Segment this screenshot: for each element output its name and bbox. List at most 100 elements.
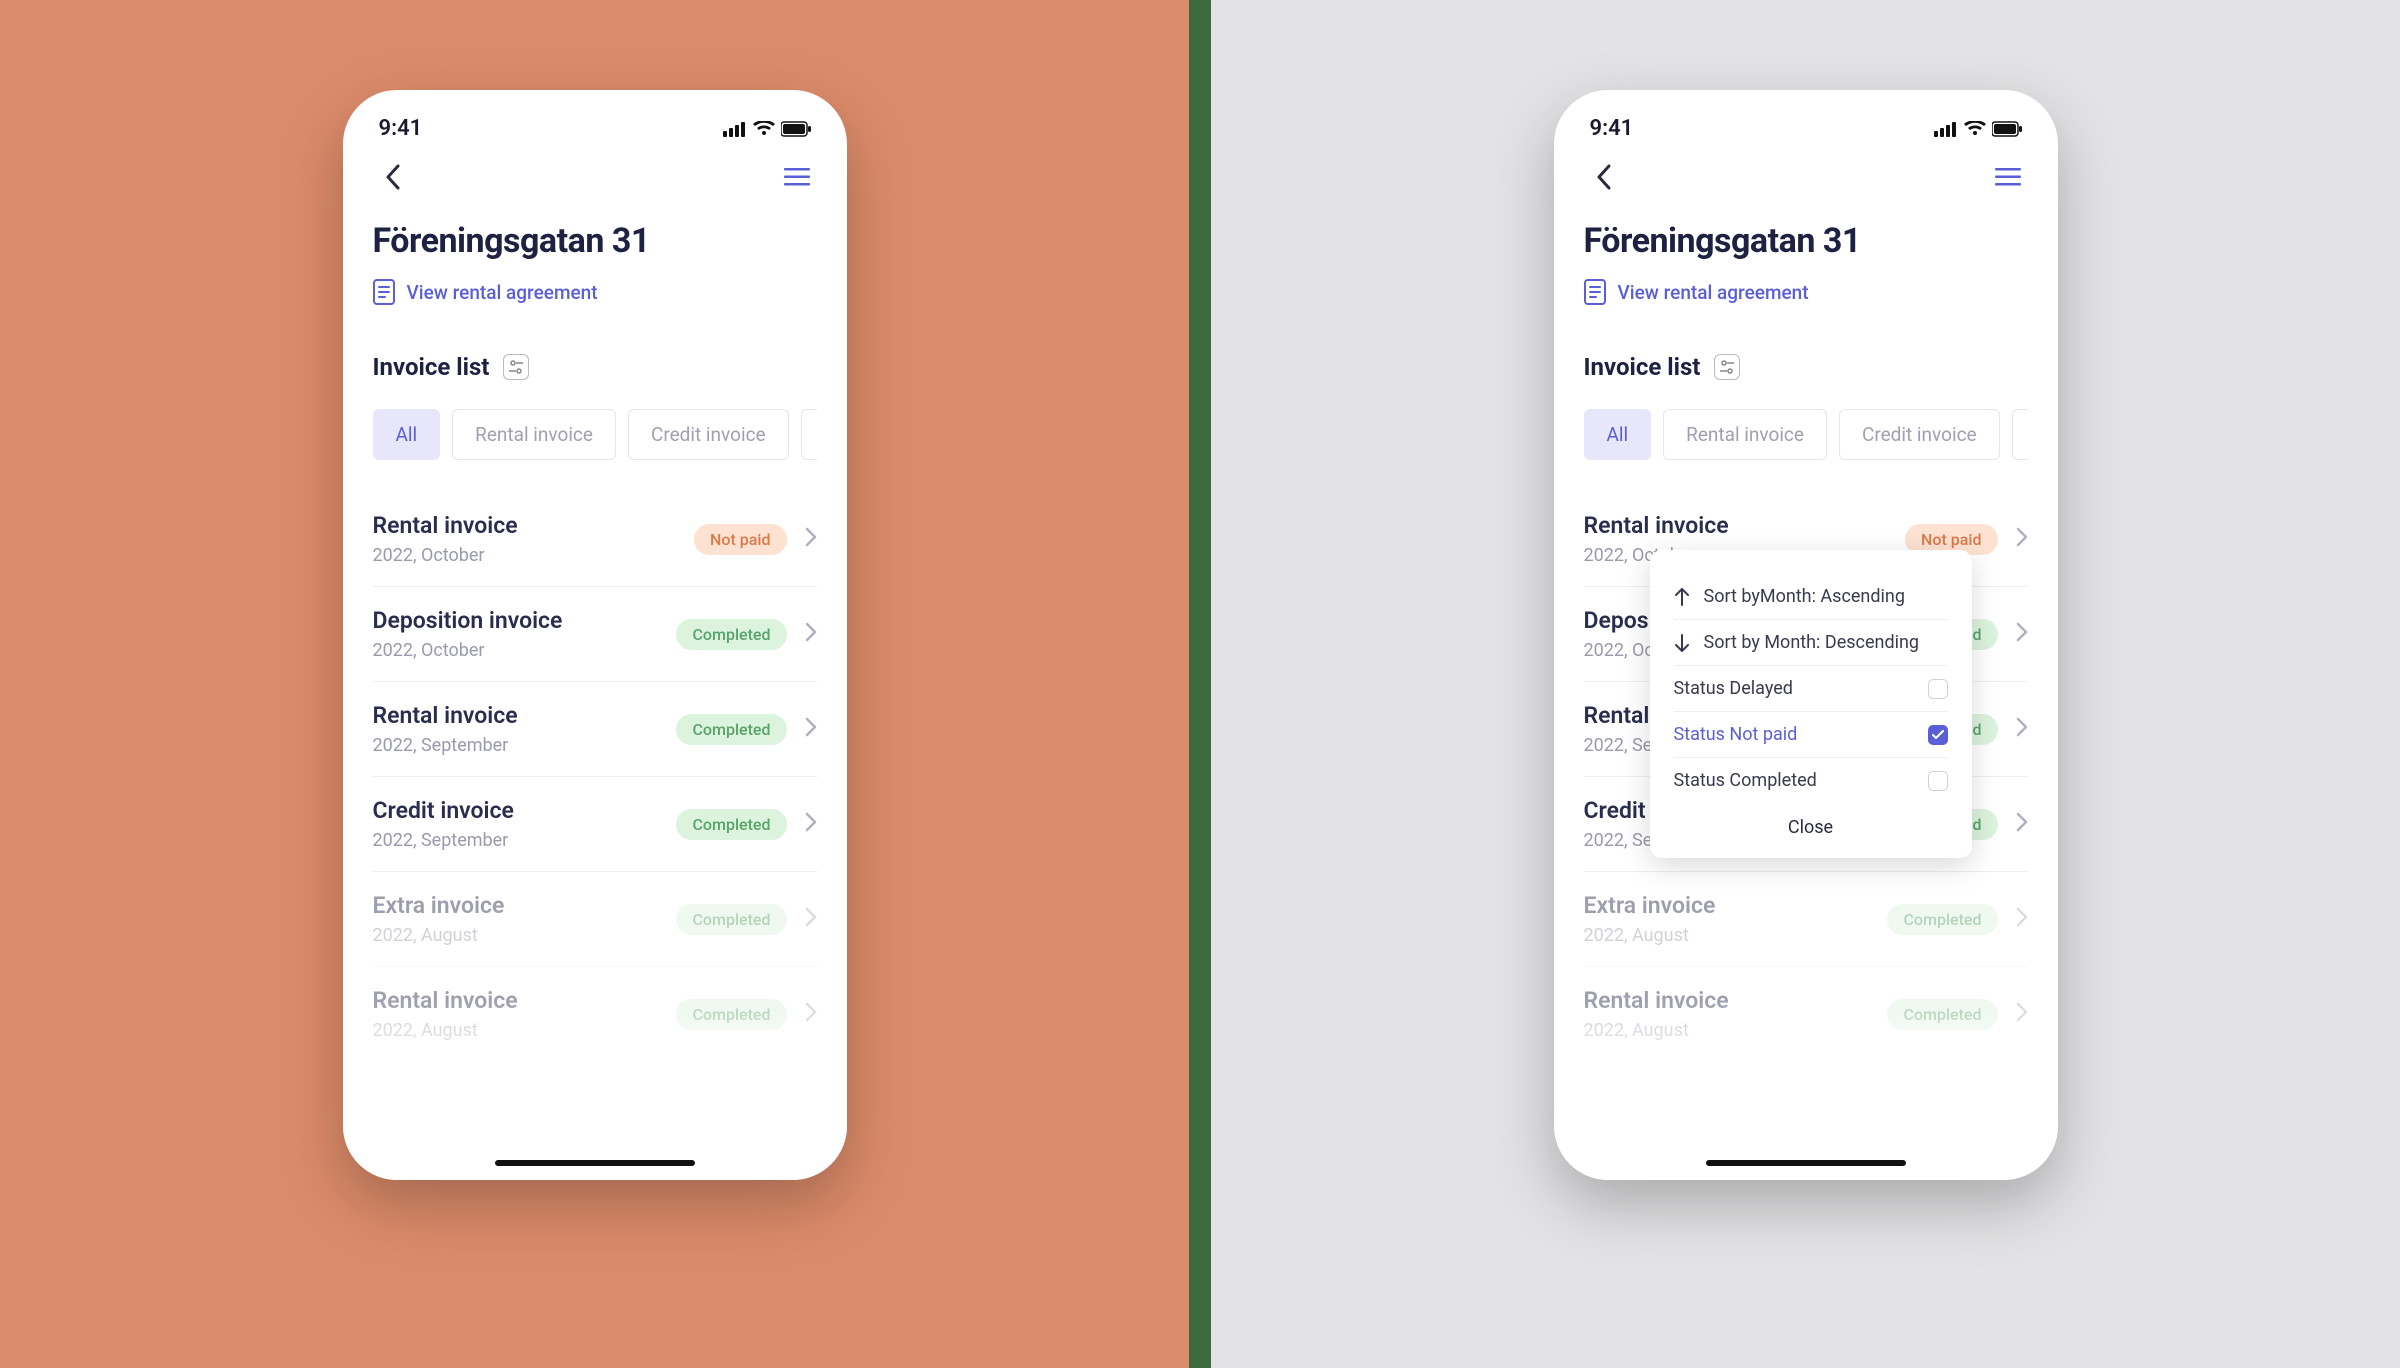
chevron-right-icon [805,812,817,836]
chevron-right-icon [2016,1002,2028,1026]
home-indicator [1706,1160,1906,1166]
menu-button[interactable] [779,159,815,195]
chip-rental[interactable]: Rental invoice [1663,409,1827,460]
document-icon [373,279,395,305]
section-title: Invoice list [373,353,490,381]
back-button[interactable] [375,159,411,195]
status-badge: Completed [676,809,786,840]
invoice-date: 2022, August [1584,1020,1729,1041]
chip-extra[interactable]: Extra [2012,409,2028,460]
status-badge: Not paid [694,524,786,555]
battery-icon [1992,121,2022,137]
status-indicators [1934,121,2022,137]
hamburger-icon [1995,168,2021,186]
page-title: Föreningsgatan 31 [373,221,817,261]
invoice-date: 2022, August [1584,925,1716,946]
back-button[interactable] [1586,159,1622,195]
invoice-title: Deposition invoice [373,607,563,634]
invoice-item[interactable]: Rental invoice2022, AugustCompleted [373,967,817,1061]
invoice-item[interactable]: Extra invoice 2022, August Completed [373,872,817,967]
sliders-icon [508,359,524,375]
chevron-right-icon [2016,812,2028,836]
chip-extra[interactable]: Extra [801,409,817,460]
invoice-item[interactable]: Credit invoice 2022, September Completed [373,777,817,872]
status-badge: Completed [1887,904,1997,935]
chip-credit[interactable]: Credit invoice [1839,409,2000,460]
back-icon [1596,164,1612,190]
status-time: 9:41 [1590,116,1634,141]
chevron-right-icon [805,1002,817,1026]
invoice-item[interactable]: Rental invoice2022, SeptemberCompleted [373,682,817,777]
phone-frame-left: 9:41 Föreningsgatan 31 View rental agree… [343,90,847,1180]
invoice-title: Rental invoice [1584,512,1729,539]
arrow-down-icon [1674,634,1690,652]
checkbox-delayed[interactable] [1928,679,1948,699]
section-title: Invoice list [1584,353,1701,381]
invoice-date: 2022, September [373,735,518,756]
battery-icon [781,121,811,137]
check-icon [1932,730,1944,740]
menu-button[interactable] [1990,159,2026,195]
status-notpaid-label: Status Not paid [1674,724,1798,745]
wifi-icon [753,121,775,137]
chevron-right-icon [2016,717,2028,741]
invoice-item[interactable]: Rental invoice2022, AugustCompleted [1584,967,2028,1061]
status-badge: Completed [676,999,786,1030]
document-icon [1584,279,1606,305]
status-completed-label: Status Completed [1674,770,1817,791]
chip-rental[interactable]: Rental invoice [452,409,616,460]
page-title: Föreningsgatan 31 [1584,221,2028,261]
chevron-right-icon [805,527,817,551]
invoice-item[interactable]: Rental invoice 2022, October Not paid [373,492,817,587]
invoice-list: Rental invoice 2022, October Not paid Depos… [373,492,817,1061]
chevron-right-icon [2016,907,2028,931]
invoice-date: 2022, October [373,545,518,566]
checkbox-notpaid[interactable] [1928,725,1948,745]
status-indicators [723,121,811,137]
filter-status-delayed[interactable]: Status Delayed [1674,666,1948,712]
signal-icon [723,121,747,137]
filter-chips: All Rental invoice Credit invoice Extra [373,409,817,460]
checkbox-completed[interactable] [1928,771,1948,791]
chevron-right-icon [2016,527,2028,551]
invoice-title: Rental invoice [373,512,518,539]
sort-desc-label: Sort by Month: Descending [1704,632,1920,653]
invoice-title: Extra invoice [373,892,505,919]
sort-ascending[interactable]: Sort byMonth: Ascending [1674,574,1948,620]
chip-all[interactable]: All [373,409,441,460]
pane-divider [1189,0,1211,1368]
invoice-title: Rental invoice [373,987,518,1014]
nav-row [343,149,847,195]
invoice-date: 2022, August [373,925,505,946]
filter-status-completed[interactable]: Status Completed [1674,758,1948,803]
invoice-title: Credit invoice [373,797,514,824]
invoice-item[interactable]: Deposition invoice2022, OctoberCompleted [373,587,817,682]
status-badge: Completed [676,619,786,650]
agreement-label: View rental agreement [1618,281,1809,304]
status-badge: Completed [676,904,786,935]
right-pane: 9:41 Föreningsgatan 31 View rental agree… [1211,0,2400,1368]
invoice-date: 2022, September [373,830,514,851]
invoice-item[interactable]: Extra invoice2022, AugustCompleted [1584,872,2028,967]
filter-status-notpaid[interactable]: Status Not paid [1674,712,1948,758]
filter-button[interactable] [503,354,529,380]
chevron-right-icon [805,622,817,646]
arrow-up-icon [1674,588,1690,606]
section-header: Invoice list [1584,353,2028,381]
hamburger-icon [784,168,810,186]
sort-asc-label: Sort byMonth: Ascending [1704,586,1905,607]
chip-all[interactable]: All [1584,409,1652,460]
filter-button[interactable] [1714,354,1740,380]
phone-frame-right: 9:41 Föreningsgatan 31 View rental agree… [1554,90,2058,1180]
filter-chips: All Rental invoice Credit invoice Extra [1584,409,2028,460]
popover-close[interactable]: Close [1674,803,1948,844]
view-agreement-link[interactable]: View rental agreement [373,279,817,305]
chip-credit[interactable]: Credit invoice [628,409,789,460]
agreement-label: View rental agreement [407,281,598,304]
sliders-icon [1719,359,1735,375]
view-agreement-link[interactable]: View rental agreement [1584,279,2028,305]
nav-row [1554,149,2058,195]
sort-descending[interactable]: Sort by Month: Descending [1674,620,1948,666]
status-delayed-label: Status Delayed [1674,678,1793,699]
invoice-title: Rental invoice [373,702,518,729]
